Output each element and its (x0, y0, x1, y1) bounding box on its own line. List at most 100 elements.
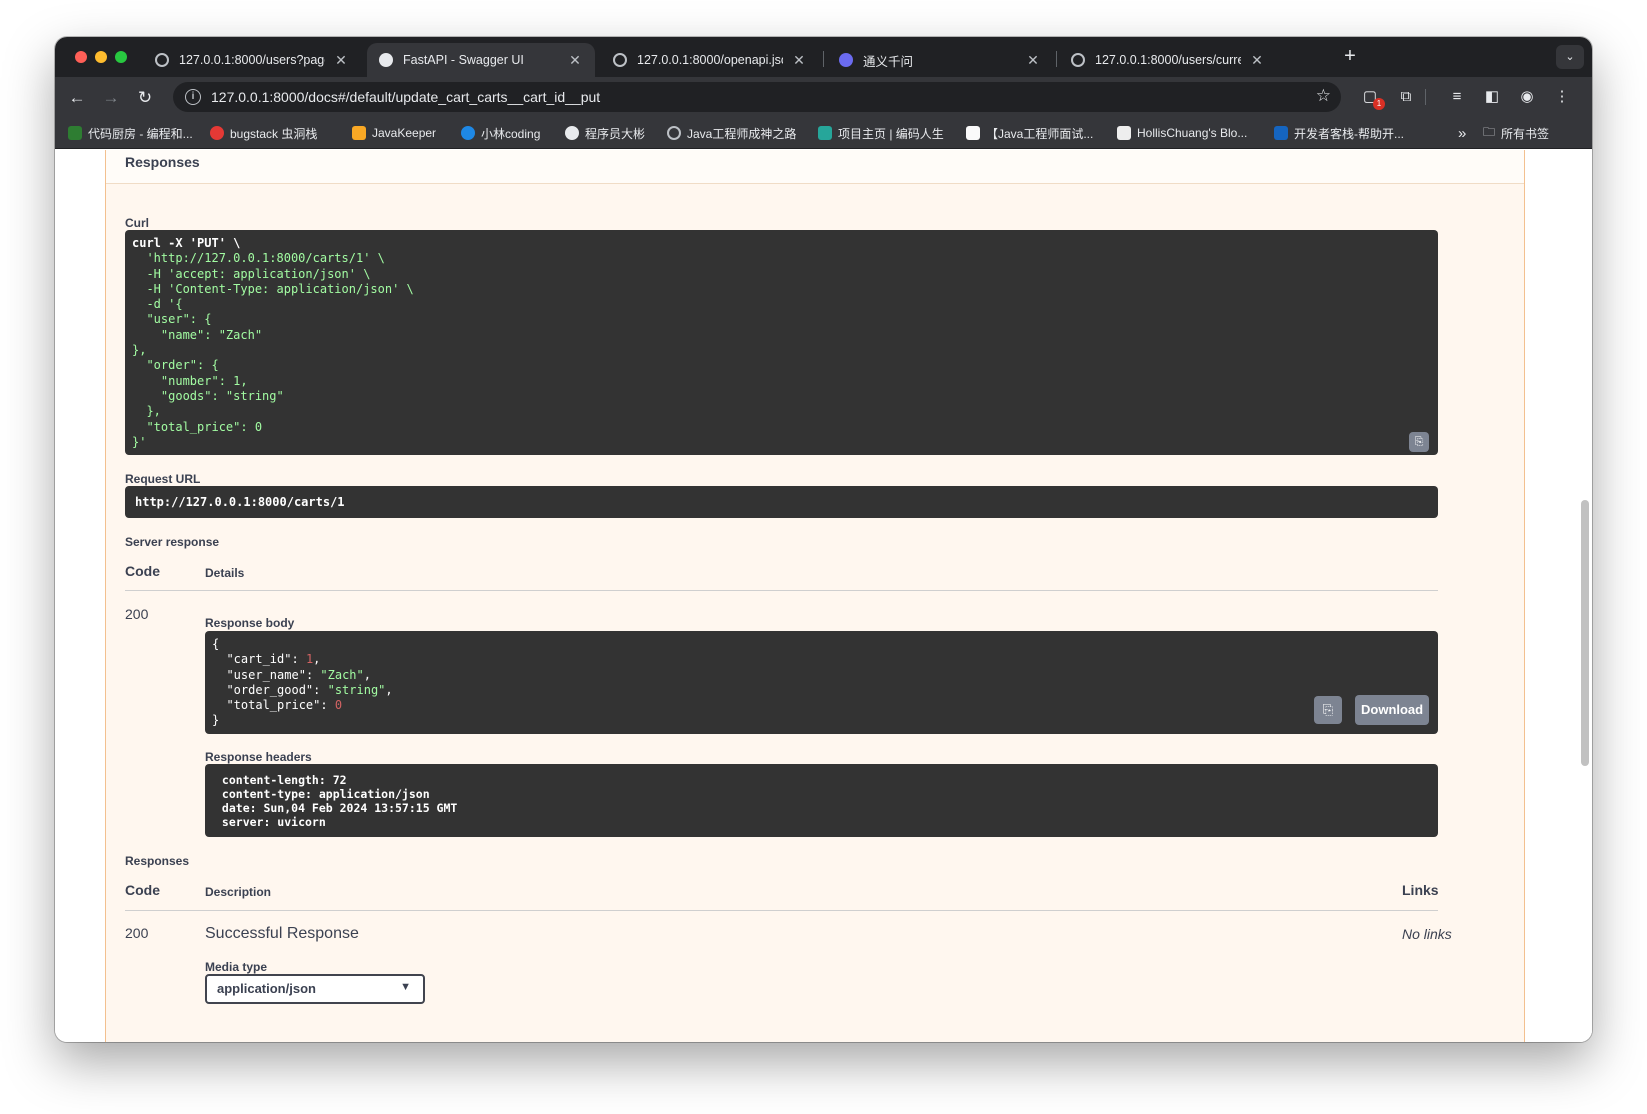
minimize-window-button[interactable] (95, 51, 107, 63)
extensions-puzzle-button[interactable]: ⧉ (1395, 86, 1417, 108)
responses-section-header: Responses (106, 150, 1524, 184)
media-control-button[interactable]: ≡ (1446, 86, 1468, 108)
curl-line: "total_price": 0 (132, 419, 263, 434)
bookmark-label: 小林coding (481, 126, 541, 141)
bookmark-item[interactable]: JavaKeeper (352, 124, 436, 142)
fastapi-icon (379, 53, 393, 67)
close-window-button[interactable] (75, 51, 87, 63)
bookmark-item[interactable]: bugstack 虫洞栈 (210, 124, 317, 142)
bookmark-item[interactable]: 小林coding (461, 124, 540, 142)
extension-button[interactable]: ▢ 1 (1359, 86, 1385, 110)
bookmark-label: 代码厨房 - 编程和... (88, 126, 193, 141)
server-response-label: Server response (125, 535, 220, 549)
back-button[interactable]: ← (66, 87, 88, 109)
response-body-block: { "cart_id": 1, "user_name": "Zach", "or… (205, 631, 1438, 734)
bookmark-item[interactable]: 程序员大彬 (565, 124, 645, 142)
close-tab-icon[interactable]: ✕ (791, 52, 807, 69)
bookmarks-overflow-button[interactable]: » (1458, 124, 1466, 142)
response-body-label: Response body (205, 616, 295, 630)
puzzle-icon: ⧉ (1400, 88, 1412, 105)
bookmark-item[interactable]: 代码厨房 - 编程和... (68, 124, 193, 142)
folder-icon: 🗀 (1483, 124, 1496, 139)
no-links-text: No links (1402, 926, 1452, 942)
curl-code-block: curl -X 'PUT' \ 'http://127.0.0.1:8000/c… (125, 230, 1438, 455)
bookmark-favicon (210, 126, 224, 140)
browser-window: 127.0.0.1:8000/users?page_li ✕ FastAPI -… (55, 37, 1592, 1042)
curl-line: "user": { (132, 312, 212, 327)
more-vert-icon: ⋮ (1554, 88, 1570, 105)
all-bookmarks-button[interactable]: 🗀 所有书签 (1483, 124, 1549, 142)
download-button[interactable]: Download (1355, 695, 1430, 725)
media-type-value: application/json (217, 981, 316, 996)
header-line: content-length: 72 (215, 773, 354, 787)
bookmark-item[interactable]: 项目主页 | 编码人生 (818, 124, 944, 142)
header-line: server: uvicorn (215, 815, 333, 829)
close-tab-icon[interactable]: ✕ (1025, 52, 1041, 69)
request-url-label: Request URL (125, 472, 201, 486)
bookmark-item[interactable]: 【Java工程师面试... (966, 124, 1093, 142)
json-brace: { (212, 637, 220, 651)
tab-strip: 127.0.0.1:8000/users?page_li ✕ FastAPI -… (55, 37, 1592, 77)
globe-icon (1071, 53, 1085, 67)
bookmark-favicon (461, 126, 475, 140)
json-key: "cart_id" (226, 652, 292, 667)
clipboard-icon: ⎘ (1322, 702, 1334, 717)
close-tab-icon[interactable]: ✕ (333, 52, 349, 69)
json-brace: } (212, 713, 220, 728)
tab-title: 通义千问 (863, 54, 914, 69)
description-column-header: Description (205, 885, 272, 899)
tab-search-button[interactable]: ⌄ (1556, 45, 1584, 69)
chrome-menu-button[interactable]: ⋮ (1551, 86, 1573, 108)
site-info-icon[interactable]: i (185, 89, 201, 105)
copy-response-button[interactable]: ⎘ (1314, 696, 1342, 724)
address-bar[interactable]: i 127.0.0.1:8000/docs#/default/update_ca… (173, 82, 1341, 112)
header-line: content-type: application/json (215, 787, 437, 801)
bookmark-label: 项目主页 | 编码人生 (838, 126, 944, 141)
bookmark-item[interactable]: Java工程师成神之路 (667, 124, 796, 142)
bookmark-item[interactable]: 开发者客栈-帮助开... (1274, 124, 1404, 142)
address-url[interactable]: 127.0.0.1:8000/docs#/default/update_cart… (211, 89, 600, 105)
curl-line: }, (132, 343, 147, 358)
tab-users-page[interactable]: 127.0.0.1:8000/users?page_li ✕ (143, 43, 361, 77)
forward-button[interactable]: → (100, 87, 122, 109)
bookmark-favicon (1117, 126, 1131, 140)
bookmark-star-icon[interactable]: ☆ (1316, 86, 1331, 106)
code-column-header: Code (125, 882, 160, 898)
side-panel-icon: ◧ (1484, 88, 1500, 105)
bookmark-favicon (1274, 126, 1288, 140)
bookmark-label: 所有书签 (1501, 126, 1550, 141)
tab-title: 127.0.0.1:8000/users?page_li (179, 53, 325, 67)
tab-openapi-json[interactable]: 127.0.0.1:8000/openapi.json ✕ (601, 43, 819, 77)
bookmark-favicon (565, 126, 579, 140)
curl-line: -d '{ (132, 297, 183, 312)
tab-swagger-ui[interactable]: FastAPI - Swagger UI ✕ (367, 43, 595, 77)
curl-line: }' (132, 434, 147, 449)
tab-users-current[interactable]: 127.0.0.1:8000/users/current ✕ (1059, 43, 1277, 77)
close-tab-icon[interactable]: ✕ (567, 52, 583, 69)
scrollbar-thumb[interactable] (1581, 500, 1589, 766)
profile-button[interactable]: ◉ (1516, 86, 1538, 108)
reload-button[interactable]: ↻ (134, 87, 156, 109)
curl-line: "name": "Zach" (132, 327, 263, 342)
curl-line: }, (132, 404, 161, 419)
curl-line: curl -X 'PUT' \ (132, 236, 241, 250)
json-value: 0 (334, 698, 343, 713)
json-value: "string" (327, 682, 386, 697)
globe-icon (667, 126, 681, 140)
extension-badge: 1 (1373, 98, 1385, 110)
close-tab-icon[interactable]: ✕ (1249, 52, 1265, 69)
bookmark-item[interactable]: HollisChuang's Blo... (1117, 124, 1247, 142)
side-panel-button[interactable]: ◧ (1481, 86, 1503, 108)
curl-line: "goods": "string" (132, 388, 284, 403)
maximize-window-button[interactable] (115, 51, 127, 63)
media-type-select[interactable]: application/json ▼ (205, 974, 425, 1004)
table-divider (125, 910, 1438, 911)
tab-tongyi[interactable]: 通义千问 ✕ (827, 43, 1053, 77)
copy-curl-button[interactable]: ⎘ (1409, 432, 1429, 452)
media-type-label: Media type (205, 960, 268, 974)
profile-avatar-icon: ◉ (1520, 88, 1534, 105)
new-tab-button[interactable]: + (1337, 45, 1363, 68)
response-headers-label: Response headers (205, 750, 312, 764)
page-content: Responses Curl curl -X 'PUT' \ 'http://1… (55, 150, 1592, 1042)
tab-title: 127.0.0.1:8000/users/current (1095, 53, 1241, 67)
